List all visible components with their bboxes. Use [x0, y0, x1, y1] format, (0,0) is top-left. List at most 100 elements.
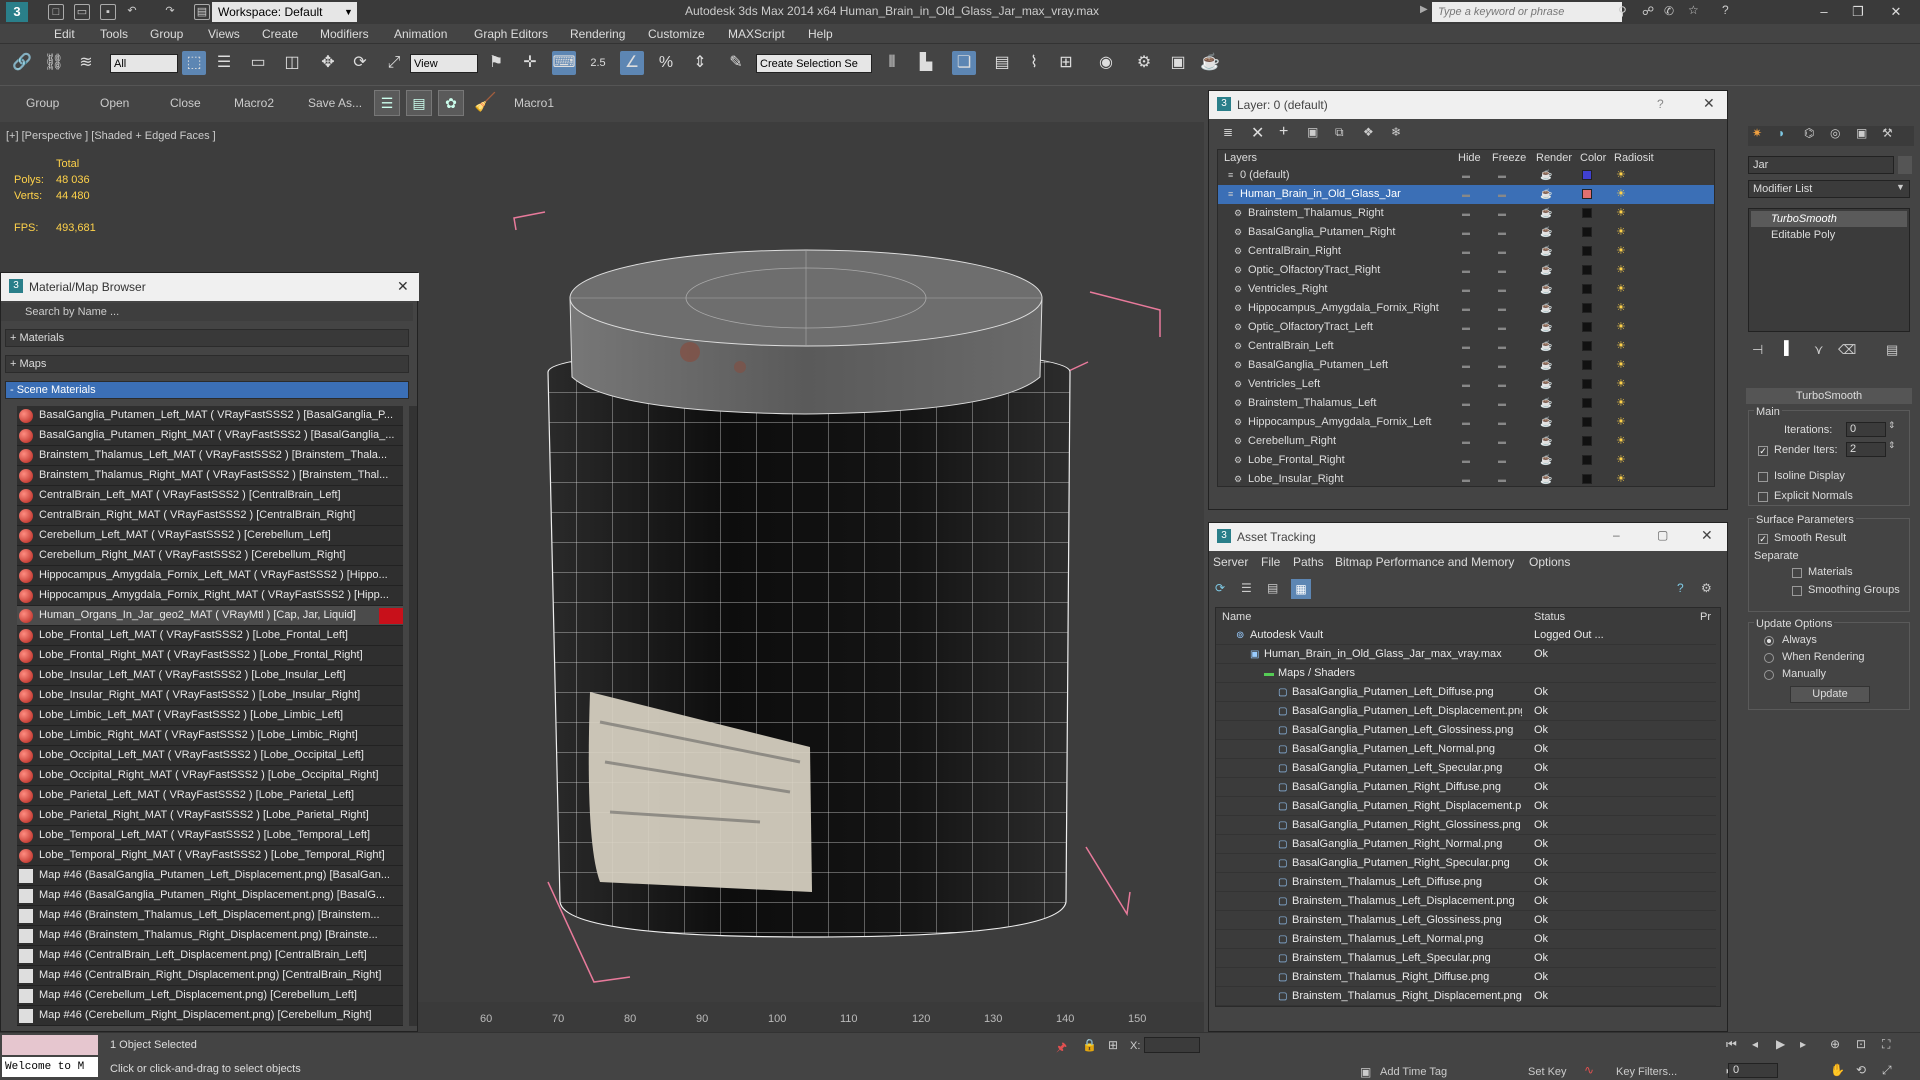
- map-list-item[interactable]: Map #46 (Brainstem_Thalamus_Right_Displa…: [17, 926, 403, 946]
- layer-manager-icon[interactable]: ▤: [406, 90, 432, 116]
- render-teapot-icon[interactable]: ☕: [1540, 223, 1552, 242]
- menu-edit[interactable]: Edit: [54, 27, 75, 41]
- radiosity-icon[interactable]: ☀: [1616, 337, 1626, 356]
- freeze-toggle[interactable]: ▬: [1498, 432, 1506, 451]
- delete-icon[interactable]: ✕: [1251, 123, 1264, 143]
- layer-row[interactable]: Hippocampus_Amygdala_Fornix_Right ⚙ ▬ ▬ ☕ ☀: [1218, 299, 1714, 318]
- col-hide[interactable]: Hide: [1458, 152, 1481, 164]
- hide-toggle[interactable]: ▬: [1462, 470, 1470, 486]
- layer-color-swatch[interactable]: [1582, 379, 1592, 389]
- asset-row[interactable]: ▢ BasalGanglia_Putamen_Left_Normal.png Ok: [1216, 740, 1716, 759]
- layer-row[interactable]: Ventricles_Left ⚙ ▬ ▬ ☕ ☀: [1218, 375, 1714, 394]
- col-pr[interactable]: Pr: [1700, 611, 1711, 623]
- freeze-toggle[interactable]: ▬: [1498, 318, 1506, 337]
- close-icon[interactable]: ✕: [397, 278, 409, 295]
- freeze-toggle[interactable]: ▬: [1498, 470, 1506, 486]
- render-iters-checkbox[interactable]: ✓: [1758, 446, 1768, 456]
- move-icon[interactable]: ✥: [316, 51, 340, 75]
- freeze-toggle[interactable]: ▬: [1498, 280, 1506, 299]
- manipulate-icon[interactable]: ✛: [518, 51, 542, 75]
- list-view-icon[interactable]: ☰: [1241, 581, 1252, 595]
- highlight-layers-icon[interactable]: ⧉: [1335, 125, 1344, 140]
- stack-item-turbosmooth[interactable]: TurboSmooth: [1751, 211, 1907, 227]
- layer-row[interactable]: Lobe_Frontal_Right ⚙ ▬ ▬ ☕ ☀: [1218, 451, 1714, 470]
- material-editor-icon[interactable]: ◉: [1094, 51, 1118, 75]
- macro2-button[interactable]: Macro2: [234, 96, 274, 110]
- maxscript-input[interactable]: Welcome to M: [2, 1057, 98, 1077]
- freeze-toggle[interactable]: ▬: [1498, 337, 1506, 356]
- smooth-result-checkbox[interactable]: ✓: [1758, 534, 1768, 544]
- hide-toggle[interactable]: ▬: [1462, 413, 1470, 432]
- when-rendering-radio[interactable]: [1764, 653, 1774, 663]
- asset-row[interactable]: ▢ BasalGanglia_Putamen_Left_Specular.png O…: [1216, 759, 1716, 778]
- render-teapot-icon[interactable]: ☕: [1540, 261, 1552, 280]
- material-list-item[interactable]: Lobe_Temporal_Left_MAT ( VRayFastSSS2 ) …: [17, 826, 403, 846]
- radiosity-icon[interactable]: ☀: [1616, 356, 1626, 375]
- spinner-arrows-icon[interactable]: ⇕: [1888, 440, 1896, 451]
- set-key-button[interactable]: Set Key: [1528, 1066, 1567, 1078]
- radiosity-icon[interactable]: ☀: [1616, 451, 1626, 470]
- always-radio[interactable]: [1764, 636, 1774, 646]
- binoculars-icon[interactable]: ⚲: [1618, 4, 1627, 18]
- material-list-item[interactable]: CentralBrain_Left_MAT ( VRayFastSSS2 ) […: [17, 486, 403, 506]
- hide-toggle[interactable]: ▬: [1462, 166, 1470, 185]
- render-teapot-icon[interactable]: ☕: [1540, 470, 1552, 486]
- hide-toggle[interactable]: ▬: [1462, 356, 1470, 375]
- add-to-layer-icon[interactable]: +: [1279, 123, 1288, 141]
- render-teapot-icon[interactable]: ☕: [1540, 204, 1552, 223]
- scrollbar[interactable]: [409, 406, 417, 1026]
- undo-icon[interactable]: ↶: [124, 4, 140, 20]
- material-list-item[interactable]: Cerebellum_Right_MAT ( VRayFastSSS2 ) [C…: [17, 546, 403, 566]
- layer-explorer-icon[interactable]: ❏: [952, 51, 976, 75]
- category-maps[interactable]: + Maps: [5, 355, 409, 373]
- minimize-icon[interactable]: –: [1613, 528, 1620, 542]
- menu-create[interactable]: Create: [262, 27, 298, 41]
- motion-tab-icon[interactable]: ◎: [1830, 126, 1840, 140]
- freeze-toggle[interactable]: ▬: [1498, 185, 1506, 204]
- maximize-icon[interactable]: ▢: [1657, 528, 1668, 542]
- map-list-item[interactable]: Map #46 (BasalGanglia_Putamen_Left_Displ…: [17, 866, 403, 886]
- asset-row[interactable]: ▢ BasalGanglia_Putamen_Right_Diffuse.png O…: [1216, 778, 1716, 797]
- layer-row[interactable]: Hippocampus_Amygdala_Fornix_Left ⚙ ▬ ▬ ☕ ☀: [1218, 413, 1714, 432]
- modify-tab-icon[interactable]: ◗: [1778, 126, 1785, 140]
- hide-toggle[interactable]: ▬: [1462, 299, 1470, 318]
- layer-color-swatch[interactable]: [1582, 455, 1592, 465]
- map-list-item[interactable]: Map #46 (Cerebellum_Left_Displacement.pn…: [17, 986, 403, 1006]
- layer-color-swatch[interactable]: [1582, 417, 1592, 427]
- time-tag-icon[interactable]: ▣: [1360, 1065, 1371, 1079]
- scale-icon[interactable]: ⤢: [382, 51, 406, 75]
- absolute-mode-icon[interactable]: ⊞: [1108, 1038, 1118, 1052]
- freeze-toggle[interactable]: ▬: [1498, 413, 1506, 432]
- radiosity-icon[interactable]: ☀: [1616, 280, 1626, 299]
- material-list-item[interactable]: Brainstem_Thalamus_Right_MAT ( VRayFastS…: [17, 466, 403, 486]
- show-end-result-icon[interactable]: ▌: [1784, 340, 1793, 355]
- asset-row[interactable]: ▢ BasalGanglia_Putamen_Right_Displacement…: [1216, 797, 1716, 816]
- radiosity-icon[interactable]: ☀: [1616, 318, 1626, 337]
- render-teapot-icon[interactable]: ☕: [1198, 51, 1222, 75]
- layer-color-swatch[interactable]: [1582, 398, 1592, 408]
- schematic-view-icon[interactable]: ⊞: [1054, 51, 1078, 75]
- category-scene-materials[interactable]: - Scene Materials: [5, 381, 409, 399]
- layer-row[interactable]: CentralBrain_Right ⚙ ▬ ▬ ☕ ☀: [1218, 242, 1714, 261]
- radiosity-icon[interactable]: ☀: [1616, 261, 1626, 280]
- hide-toggle[interactable]: ▬: [1462, 394, 1470, 413]
- chevron-down-icon[interactable]: ▼: [344, 2, 356, 22]
- unlink-icon[interactable]: ⛓: [42, 51, 66, 75]
- angle-snap-icon[interactable]: ∠: [620, 51, 644, 75]
- asset-row[interactable]: ▣ Human_Brain_in_Old_Glass_Jar_max_vray.m…: [1216, 645, 1716, 664]
- layer-color-swatch[interactable]: [1582, 189, 1592, 199]
- material-list-item[interactable]: Lobe_Limbic_Right_MAT ( VRayFastSSS2 ) […: [17, 726, 403, 746]
- app-logo-icon[interactable]: 3: [6, 2, 28, 22]
- menu-file[interactable]: File: [1261, 555, 1280, 569]
- project-folder-icon[interactable]: ▤: [194, 4, 210, 20]
- key-filters-button[interactable]: Key Filters...: [1616, 1066, 1677, 1078]
- bind-spacewarp-icon[interactable]: ≋: [74, 51, 98, 75]
- window-crossing-icon[interactable]: ◫: [280, 51, 304, 75]
- layer-color-swatch[interactable]: [1582, 208, 1592, 218]
- material-list-item[interactable]: Lobe_Frontal_Left_MAT ( VRayFastSSS2 ) […: [17, 626, 403, 646]
- material-list-item[interactable]: CentralBrain_Right_MAT ( VRayFastSSS2 ) …: [17, 506, 403, 526]
- material-list-item[interactable]: Lobe_Limbic_Left_MAT ( VRayFastSSS2 ) [L…: [17, 706, 403, 726]
- render-teapot-icon[interactable]: ☕: [1540, 166, 1552, 185]
- materials-checkbox[interactable]: [1792, 568, 1802, 578]
- asset-row[interactable]: ▢ Brainstem_Thalamus_Left_Normal.png Ok: [1216, 930, 1716, 949]
